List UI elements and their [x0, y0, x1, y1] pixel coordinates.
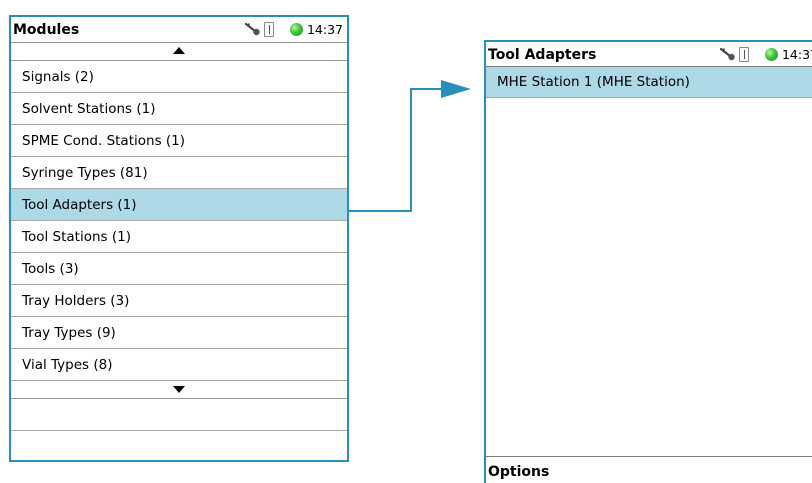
scroll-down-button[interactable] — [11, 381, 347, 399]
options-button[interactable]: Options — [486, 456, 812, 483]
status-area: 14:37 — [244, 21, 343, 37]
scroll-down-arrow-icon — [173, 386, 185, 393]
list-item-selected[interactable]: MHE Station 1 (MHE Station) — [486, 67, 812, 98]
status-led-icon — [289, 22, 303, 36]
modules-list: Signals (2) Solvent Stations (1) SPME Co… — [11, 61, 347, 381]
empty-row — [11, 399, 347, 431]
tool-adapters-list: MHE Station 1 (MHE Station) — [486, 67, 812, 98]
usb-icon — [263, 21, 274, 37]
scroll-up-arrow-icon — [173, 47, 185, 54]
scroll-up-button[interactable] — [11, 43, 347, 61]
clock: 14:37 — [781, 46, 812, 62]
list-item[interactable]: Vial Types (8) — [11, 349, 347, 381]
list-item[interactable]: Tray Types (9) — [11, 317, 347, 349]
tool-adapters-title-bar: Tool Adapters 14:37 — [486, 42, 812, 67]
usb-icon — [738, 46, 749, 62]
list-item[interactable]: Solvent Stations (1) — [11, 93, 347, 125]
list-item[interactable]: Syringe Types (81) — [11, 157, 347, 189]
list-item[interactable]: Tool Stations (1) — [11, 221, 347, 253]
list-item[interactable]: Signals (2) — [11, 61, 347, 93]
modules-screen: Modules 14:37 Signals (2) Solvent Statio… — [9, 15, 349, 462]
clock: 14:37 — [306, 21, 343, 37]
list-item[interactable]: Tools (3) — [11, 253, 347, 285]
modules-title-bar: Modules 14:37 — [11, 17, 347, 43]
list-item[interactable]: Tray Holders (3) — [11, 285, 347, 317]
key-icon — [244, 22, 260, 36]
status-area: 14:37 — [719, 46, 812, 62]
page-title: Tool Adapters — [488, 47, 597, 63]
page-title: Modules — [13, 22, 80, 38]
status-led-icon — [764, 47, 778, 61]
tool-adapters-screen: Tool Adapters 14:37 MHE Station 1 (MHE S… — [484, 40, 812, 483]
options-label: Options — [488, 464, 550, 480]
key-icon — [719, 47, 735, 61]
list-item-selected[interactable]: Tool Adapters (1) — [11, 189, 347, 221]
list-item[interactable]: SPME Cond. Stations (1) — [11, 125, 347, 157]
